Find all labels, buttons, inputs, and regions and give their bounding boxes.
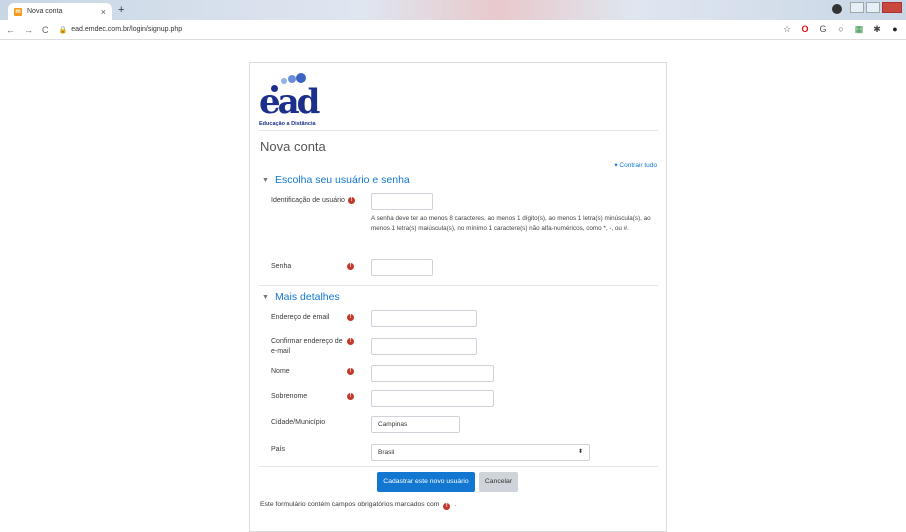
required-fields-note-suffix: . [454,501,457,508]
extension-grid-icon[interactable]: ▦ [854,24,864,35]
collapse-all-link[interactable]: ▾ Contrair tudo [614,161,657,169]
minimize-icon[interactable] [850,2,864,13]
browser-tab[interactable]: m Nova conta × [8,3,112,20]
country-label: País [271,446,286,453]
username-input[interactable] [371,193,433,210]
address-bar-row: ← → C 🔒 ead.emdec.com.br/login/signup.ph… [0,20,906,40]
forward-arrow-icon[interactable]: → [24,25,33,35]
section-username-password-toggle[interactable]: ▼ Escolha seu usuário e senha [262,174,410,186]
section-expand-icon: ▼ [262,177,269,184]
bookmark-star-icon[interactable]: ☆ [782,24,792,35]
extensions-bar: ☆ O G ○ ▦ ✱ ● [782,24,900,35]
country-select-value: Brasil [378,449,395,456]
required-icon: ! [348,197,355,204]
extension-g-icon[interactable]: G [818,24,828,35]
required-icon: ! [347,368,354,375]
lastname-label: Sobrenome [271,393,308,400]
profile-icon[interactable]: ● [890,24,900,35]
logo-wordmark: ead [259,82,320,122]
country-select[interactable]: Brasil ⬍ [371,444,590,461]
page-title: Nova conta [260,139,326,154]
opera-extension-icon[interactable]: O [800,24,810,35]
back-arrow-icon[interactable]: ← [6,25,15,35]
required-fields-note: Este formulário contém campos obrigatóri… [260,501,456,510]
new-tab-icon[interactable]: + [118,4,124,16]
signup-submit-button[interactable]: Cadastrar este novo usuário [377,472,475,492]
window-controls [832,2,902,14]
section-more-details-title: Mais detalhes [274,291,340,303]
required-icon: ! [443,503,451,510]
reload-icon[interactable]: C [42,25,49,35]
email-confirm-input[interactable] [371,338,477,355]
cancel-button[interactable]: Cancelar [479,472,518,492]
email-label: Endereço de email [271,314,330,321]
signup-card: ead Educação a Distância Nova conta ▾ Co… [249,62,667,532]
close-tab-icon[interactable]: × [101,7,106,17]
required-icon: ! [347,338,354,345]
password-label: Senha [271,263,292,270]
city-input[interactable]: Campinas [371,416,460,433]
password-policy-help: A senha deve ter ao menos 8 caracteres, … [371,215,651,232]
required-icon: ! [347,314,354,321]
site-favicon-icon: m [14,7,22,16]
required-icon: ! [347,393,354,400]
extensions-puzzle-icon[interactable]: ✱ [872,24,882,35]
username-label: Identificação de usuário [271,197,345,204]
logo-tagline: Educação a Distância [259,121,316,127]
actions-divider [259,466,658,467]
tab-title: Nova conta [27,8,63,15]
section-divider [259,285,658,286]
firstname-input[interactable] [371,365,494,382]
section-more-details-toggle[interactable]: ▼ Mais detalhes [262,291,340,303]
email-input[interactable] [371,310,477,327]
maximize-icon[interactable] [866,2,880,13]
header-divider [259,130,658,131]
firstname-label: Nome [271,368,290,375]
browser-tab-strip: m Nova conta × + [0,0,906,20]
section-expand-icon: ▼ [262,294,269,301]
profile-dot-icon[interactable] [832,4,842,14]
required-fields-note-text: Este formulário contém campos obrigatóri… [260,501,440,508]
close-window-icon[interactable] [882,2,902,13]
lastname-input[interactable] [371,390,494,407]
password-input[interactable] [371,259,433,276]
lock-icon[interactable]: 🔒 [59,26,68,34]
email-confirm-label: Confirmar endereço de e-mail [271,338,343,355]
collapse-all-label: Contrair tudo [619,162,657,169]
section-username-password-title: Escolha seu usuário e senha [274,174,410,186]
select-arrows-icon: ⬍ [577,449,583,455]
city-label: Cidade/Município [271,419,326,426]
extension-circle-icon[interactable]: ○ [836,24,846,35]
required-icon: ! [347,263,354,270]
url-field[interactable]: ead.emdec.com.br/login/signup.php [71,26,182,33]
ead-logo: ead Educação a Distância [259,73,329,129]
